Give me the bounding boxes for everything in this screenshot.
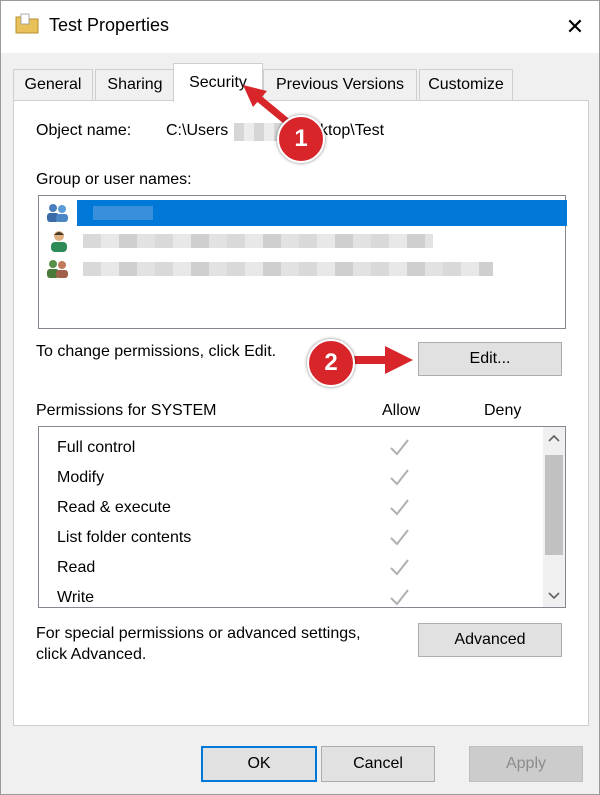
permission-row: Full control <box>57 433 547 463</box>
permission-name: List folder contents <box>57 529 192 546</box>
permission-row: Read & execute <box>57 493 547 523</box>
list-item[interactable] <box>45 228 565 254</box>
permissions-scrollbar[interactable] <box>543 427 565 607</box>
deny-header: Deny <box>484 402 522 419</box>
edit-button[interactable]: Edit... <box>418 342 562 376</box>
ok-button[interactable]: OK <box>201 746 317 782</box>
object-name-prefix: C:\Users <box>166 122 229 139</box>
permission-name: Full control <box>57 439 136 456</box>
scroll-thumb[interactable] <box>545 455 563 555</box>
permission-name: Read <box>57 559 96 576</box>
permission-row: Write <box>57 583 547 607</box>
special-permissions-line2: click Advanced. <box>36 646 147 663</box>
list-item[interactable] <box>45 200 567 226</box>
special-permissions-line1: For special permissions or advanced sett… <box>36 625 361 642</box>
close-button[interactable]: ✕ <box>551 1 599 53</box>
scroll-up-icon[interactable] <box>548 433 560 443</box>
checkmark-icon <box>390 469 409 486</box>
permission-row: List folder contents <box>57 523 547 553</box>
permissions-list[interactable]: Full control Modify Read & execute List … <box>38 426 566 608</box>
permission-name: Write <box>57 589 95 606</box>
cancel-button[interactable]: Cancel <box>321 746 435 782</box>
object-name-label: Object name: <box>36 122 132 139</box>
annotation-step-2-badge: 2 <box>307 339 355 387</box>
user-group-icon <box>47 204 68 222</box>
permission-row: Read <box>57 553 547 583</box>
checkmark-icon <box>390 529 409 546</box>
advanced-button[interactable]: Advanced <box>418 623 562 657</box>
security-panel: Object name: C:\Users ktop\Test Group or… <box>13 100 589 726</box>
apply-button[interactable]: Apply <box>469 746 583 782</box>
permission-name: Modify <box>57 469 105 486</box>
group-user-list[interactable] <box>38 195 567 329</box>
change-permissions-text: To change permissions, click Edit. <box>36 343 277 360</box>
checkmark-icon <box>390 499 409 516</box>
tab-sharing[interactable]: Sharing <box>95 69 175 100</box>
annotation-step-1-badge: 1 <box>277 115 325 163</box>
window-title: Test Properties <box>49 15 170 35</box>
annotation-arrow-2 <box>351 346 413 374</box>
close-icon: ✕ <box>565 14 585 39</box>
tab-general[interactable]: General <box>13 69 93 100</box>
group-names-label: Group or user names: <box>36 171 192 188</box>
permissions-for-label: Permissions for SYSTEM <box>36 402 217 419</box>
checkmark-icon <box>390 559 409 576</box>
user-icon <box>51 231 67 252</box>
properties-dialog: Test Properties ✕ General Sharing Securi… <box>0 0 600 795</box>
tab-customize[interactable]: Customize <box>419 69 513 100</box>
permission-row: Modify <box>57 463 547 493</box>
allow-header: Allow <box>382 402 421 419</box>
title-bar: Test Properties ✕ <box>1 1 599 53</box>
checkmark-icon <box>390 439 409 456</box>
user-group-icon <box>47 260 68 278</box>
object-name-suffix: ktop\Test <box>320 122 385 139</box>
list-item[interactable] <box>45 256 565 282</box>
permission-name: Read & execute <box>57 499 171 516</box>
checkmark-icon <box>390 589 409 606</box>
folder-icon <box>15 13 39 34</box>
scroll-down-icon[interactable] <box>548 591 560 601</box>
